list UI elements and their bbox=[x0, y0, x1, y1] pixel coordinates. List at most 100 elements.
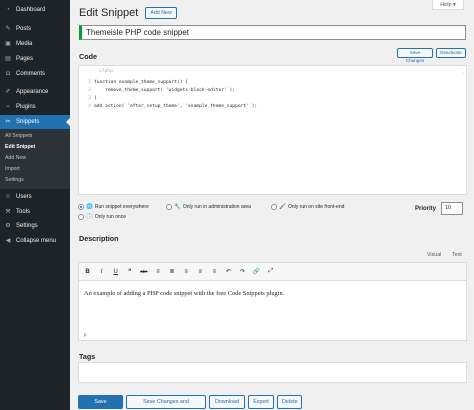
redo-icon[interactable]: ↷ bbox=[237, 266, 248, 277]
fullscreen-icon[interactable]: ⤢ bbox=[265, 266, 276, 277]
sidebar-item-appearance[interactable]: ✐ Appearance bbox=[0, 85, 70, 100]
numbered-list-icon[interactable]: ≣ bbox=[167, 266, 178, 277]
description-text: An example of adding a PHP code snippet … bbox=[84, 290, 285, 297]
deactivate-small-button[interactable]: Deactivate bbox=[436, 48, 466, 58]
submenu-import[interactable]: Import bbox=[0, 164, 70, 175]
expand-icon[interactable]: ⋮ bbox=[461, 70, 466, 76]
submenu-all-snippets[interactable]: All Snippets bbox=[0, 131, 70, 142]
save-and-deactivate-button[interactable]: Save Changes and Deactivate bbox=[126, 395, 206, 409]
collapse-icon: ◀ bbox=[5, 238, 11, 245]
snippet-title-input[interactable]: Themeisle PHP code snippet bbox=[79, 25, 466, 40]
align-center-icon[interactable]: ≡ bbox=[195, 266, 206, 277]
tab-text[interactable]: Text bbox=[452, 252, 462, 258]
delete-button[interactable]: Delete bbox=[277, 395, 302, 409]
sidebar-item-label: Tools bbox=[16, 208, 31, 215]
tab-visual[interactable]: Visual bbox=[427, 252, 441, 258]
download-button[interactable]: Download bbox=[209, 395, 245, 409]
dashboard-icon: ◔ bbox=[6, 7, 10, 14]
wrench-icon: 🔧 bbox=[174, 204, 181, 210]
collapse-menu-label: Collapse menu bbox=[16, 238, 57, 245]
sidebar-item-label: Pages bbox=[16, 55, 34, 62]
save-changes-button[interactable]: Save Changes bbox=[78, 395, 123, 409]
tags-input[interactable] bbox=[78, 362, 467, 383]
sidebar-item-label: Posts bbox=[16, 26, 32, 33]
sidebar-item-label: Snippets bbox=[16, 118, 40, 125]
plug-icon: ⌁ bbox=[6, 104, 10, 111]
collapse-menu[interactable]: ◀ Collapse menu bbox=[0, 234, 70, 249]
users-icon: ☺ bbox=[4, 193, 12, 200]
code-text: } bbox=[94, 96, 97, 101]
sidebar-item-media[interactable]: ▣ Media bbox=[0, 37, 70, 52]
sidebar-item-users[interactable]: ☺ Users bbox=[0, 189, 70, 204]
submenu-add-new[interactable]: Add New bbox=[0, 153, 70, 164]
radio-frontend[interactable] bbox=[271, 204, 277, 210]
radio-everywhere[interactable] bbox=[78, 204, 84, 210]
sidebar-item-label: Users bbox=[16, 193, 32, 200]
main-content: Help ▾ Edit Snippet Add New Themeisle PH… bbox=[70, 0, 474, 410]
bold-icon[interactable]: B bbox=[82, 266, 93, 277]
sidebar-item-dashboard[interactable]: ◔ Dashboard bbox=[0, 3, 70, 18]
media-icon: ▣ bbox=[5, 40, 11, 47]
scope-frontend-option[interactable]: 🖌 Only run on site front-end bbox=[271, 204, 344, 210]
align-left-icon[interactable]: ≡ bbox=[181, 266, 192, 277]
scope-admin-option[interactable]: 🔧 Only run in administration area bbox=[166, 204, 251, 210]
sidebar-item-snippets[interactable]: ✂ Snippets bbox=[0, 114, 70, 130]
line-number: 3 bbox=[88, 96, 91, 101]
globe-icon: 🌐 bbox=[86, 204, 93, 210]
code-text: function example_theme_support() { bbox=[94, 80, 189, 85]
sidebar-item-comments[interactable]: ◘ Comments bbox=[0, 66, 70, 81]
save-changes-small-button[interactable]: Save Changes bbox=[397, 48, 433, 63]
scope-once-option[interactable]: 🕒 Only run once bbox=[78, 214, 126, 220]
sidebar-item-label: Appearance bbox=[16, 89, 49, 96]
add-new-button[interactable]: Add New bbox=[145, 7, 177, 19]
priority-input[interactable]: 10 bbox=[441, 202, 463, 215]
sidebar-item-label: Settings bbox=[16, 223, 38, 230]
sidebar-item-pages[interactable]: ▤ Pages bbox=[0, 51, 70, 66]
strikethrough-icon[interactable]: abc bbox=[138, 266, 149, 277]
undo-icon[interactable]: ↶ bbox=[223, 266, 234, 277]
help-tab[interactable]: Help ▾ bbox=[432, 0, 464, 10]
description-label: Description bbox=[79, 234, 119, 243]
radio-once[interactable] bbox=[78, 214, 84, 220]
export-button[interactable]: Export bbox=[248, 395, 274, 409]
sidebar-item-label: Media bbox=[16, 40, 33, 47]
radio-admin[interactable] bbox=[166, 204, 172, 210]
admin-sidebar: ◔ Dashboard ✎ Posts ▣ Media ▤ Pages ◘ Comment… bbox=[0, 0, 70, 410]
submenu-edit-snippet[interactable]: Edit Snippet bbox=[0, 142, 70, 153]
submenu-settings[interactable]: Settings bbox=[0, 175, 70, 186]
title-row: Edit Snippet Add New bbox=[79, 7, 177, 19]
code-line: 1 function example_theme_support() { bbox=[81, 80, 188, 85]
scissors-icon: ✂ bbox=[5, 118, 11, 125]
pin-icon: ✎ bbox=[5, 26, 11, 33]
code-text: remove_theme_support( 'widgets-block-edi… bbox=[94, 88, 236, 93]
description-editor[interactable]: B I U ❝ abc ≡ ≣ ≡ ≡ ≡ ↶ ↷ 🔗 ⤢ An example… bbox=[78, 262, 467, 341]
code-line: 3} bbox=[81, 96, 97, 101]
line-number: 1 bbox=[88, 80, 91, 85]
code-label: Code bbox=[79, 52, 97, 61]
sidebar-item-plugins[interactable]: ⌁ Plugins bbox=[0, 100, 70, 115]
sidebar-item-label: Comments bbox=[16, 70, 46, 77]
sidebar-item-tools[interactable]: ⚒ Tools bbox=[0, 204, 70, 219]
sidebar-item-posts[interactable]: ✎ Posts bbox=[0, 22, 70, 37]
element-path: p bbox=[84, 332, 87, 337]
blockquote-icon[interactable]: ❝ bbox=[124, 266, 135, 277]
code-text: add_action( 'after_setup_theme', 'exampl… bbox=[94, 104, 258, 109]
italic-icon[interactable]: I bbox=[96, 266, 107, 277]
settings-icon: ⚙ bbox=[5, 223, 11, 230]
sidebar-item-label: Dashboard bbox=[16, 7, 46, 14]
line-number: 4 bbox=[88, 104, 91, 109]
bullet-list-icon[interactable]: ≡ bbox=[152, 266, 163, 277]
scope-everywhere-option[interactable]: 🌐 Run snippet everywhere bbox=[78, 204, 149, 210]
align-right-icon[interactable]: ≡ bbox=[209, 266, 220, 277]
priority-label: Priority bbox=[415, 206, 437, 212]
pages-icon: ▤ bbox=[5, 55, 11, 62]
brush-icon: ✐ bbox=[5, 89, 11, 96]
code-editor[interactable]: <?php 1 function example_theme_support() … bbox=[78, 65, 467, 195]
scope-label: Run snippet everywhere bbox=[94, 204, 149, 210]
sidebar-item-settings[interactable]: ⚙ Settings bbox=[0, 219, 70, 234]
link-icon[interactable]: 🔗 bbox=[251, 266, 262, 277]
wrench-icon: ⚒ bbox=[5, 208, 11, 215]
php-open-tag: <?php bbox=[99, 69, 113, 74]
tags-label: Tags bbox=[79, 352, 96, 361]
underline-icon[interactable]: U bbox=[110, 266, 121, 277]
